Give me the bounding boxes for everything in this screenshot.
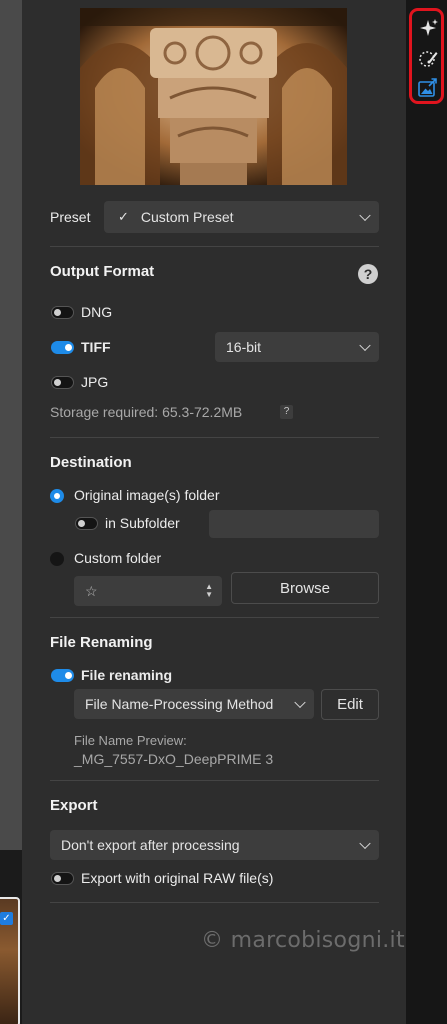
subfolder-input[interactable] [209,510,379,538]
file-name-preview-value: _MG_7557-DxO_DeepPRIME 3 [74,751,274,767]
subfolder-toggle[interactable] [75,517,98,530]
preset-label: Preset [50,209,91,225]
divider [50,617,379,618]
dng-toggle[interactable] [51,306,74,319]
storage-help-icon[interactable]: ? [280,405,293,419]
file-renaming-toggle[interactable] [51,669,74,682]
custom-folder-select[interactable]: ☆ ▲ ▼ [74,576,222,606]
renaming-method-value: File Name-Processing Method [85,696,274,712]
stepper-icon: ▲ ▼ [205,582,213,599]
bit-depth-select[interactable]: 16-bit [215,332,379,362]
chevron-down-icon [294,696,306,709]
star-icon: ☆ [85,582,98,599]
jpg-toggle[interactable] [51,376,74,389]
export-select-value: Don't export after processing [61,837,240,853]
renaming-method-select[interactable]: File Name-Processing Method [74,689,314,719]
bit-depth-value: 16-bit [226,339,262,355]
check-mark-icon: ✓ [118,209,129,224]
file-renaming-title: File Renaming [50,634,153,651]
subfolder-label: in Subfolder [105,515,180,531]
toolbar-highlight [409,8,444,104]
file-renaming-label: File renaming [81,667,173,683]
original-folder-label: Original image(s) folder [74,487,220,503]
divider [50,902,379,903]
preset-select[interactable]: ✓ Custom Preset [104,201,379,233]
divider [50,780,379,781]
chevron-down-icon [359,339,371,352]
custom-folder-label: Custom folder [74,550,162,566]
thumbnail-checkbox[interactable]: ✓ [0,912,13,925]
image-browser-strip [0,0,22,850]
tiff-toggle[interactable] [51,341,74,354]
browse-button[interactable]: Browse [231,572,379,604]
original-folder-radio[interactable] [50,489,64,503]
export-raw-toggle[interactable] [51,872,74,885]
export-raw-label: Export with original RAW file(s) [81,870,274,886]
destination-title: Destination [50,454,132,471]
help-icon[interactable]: ? [358,264,378,284]
chevron-down-icon [359,209,371,222]
tiff-label: TIFF [81,339,111,355]
divider [50,437,379,438]
export-select[interactable]: Don't export after processing [50,830,379,860]
jpg-label: JPG [81,374,109,390]
output-format-title: Output Format [50,263,155,280]
image-preview [80,8,347,185]
dng-label: DNG [81,304,113,320]
file-name-preview-label: File Name Preview: [74,733,187,748]
storage-required-text: Storage required: 65.3-72.2MB [50,404,243,420]
preset-select-value: Custom Preset [140,209,234,225]
export-title: Export [50,797,98,814]
custom-folder-radio[interactable] [50,552,64,566]
chevron-down-icon [359,837,371,850]
divider [50,246,379,247]
watermark-text: © marcobisogni.it [201,928,405,953]
right-toolbar [406,0,447,1024]
edit-button[interactable]: Edit [321,689,379,720]
